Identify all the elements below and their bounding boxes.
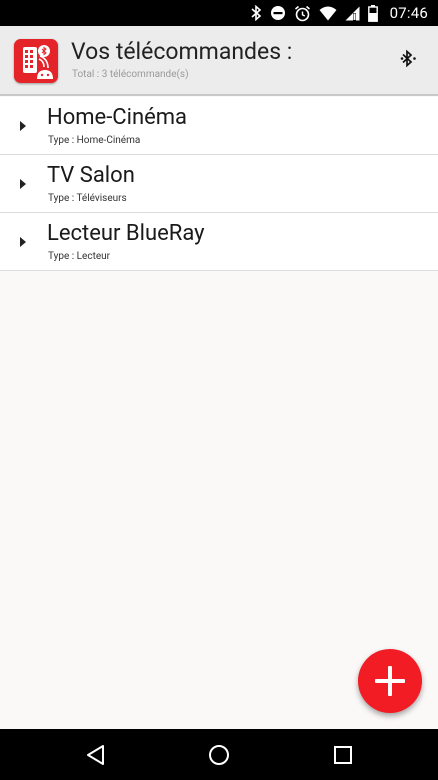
battery-icon xyxy=(367,4,378,22)
list-item-lecteur-blueray[interactable]: Lecteur BlueRay Type : Lecteur xyxy=(0,213,438,271)
bluetooth-button[interactable] xyxy=(394,48,424,74)
remote-name: Home-Cinéma xyxy=(47,105,188,130)
page-title: Vos télécommandes : xyxy=(71,38,293,65)
app-bar: Vos télécommandes : Total : 3 télécomman… xyxy=(0,26,438,96)
navigation-bar xyxy=(0,729,438,780)
remote-count: Total : 3 télécommande(s) xyxy=(72,69,189,80)
bluetooth-searching-icon xyxy=(398,48,420,74)
list-item-tv-salon[interactable]: TV Salon Type : Téléviseurs xyxy=(0,155,438,213)
add-remote-button[interactable] xyxy=(358,649,422,713)
status-bar: 07:46 xyxy=(0,0,438,26)
remote-type: Type : Lecteur xyxy=(48,251,111,262)
wifi-icon xyxy=(319,6,337,21)
recents-icon xyxy=(330,746,356,772)
cell-signal-icon xyxy=(345,6,360,21)
remote-list: Home-Cinéma Type : Home-Cinéma TV Salon … xyxy=(0,97,438,271)
recents-button[interactable] xyxy=(330,742,356,768)
alarm-icon xyxy=(294,5,311,22)
app-logo-icon xyxy=(14,39,58,83)
bluetooth-icon xyxy=(250,5,262,21)
remote-name: TV Salon xyxy=(47,163,135,188)
status-time: 07:46 xyxy=(389,4,428,22)
home-button[interactable] xyxy=(206,742,232,768)
remote-type: Type : Téléviseurs xyxy=(48,193,127,204)
do-not-disturb-icon xyxy=(270,5,286,21)
back-button[interactable] xyxy=(83,742,109,768)
expand-arrow-icon[interactable] xyxy=(20,121,26,131)
list-item-home-cinema[interactable]: Home-Cinéma Type : Home-Cinéma xyxy=(0,97,438,155)
expand-arrow-icon[interactable] xyxy=(20,237,26,247)
home-icon xyxy=(206,745,232,772)
remote-type: Type : Home-Cinéma xyxy=(48,135,141,146)
expand-arrow-icon[interactable] xyxy=(20,179,26,189)
remote-name: Lecteur BlueRay xyxy=(47,221,205,246)
back-icon xyxy=(83,745,109,772)
